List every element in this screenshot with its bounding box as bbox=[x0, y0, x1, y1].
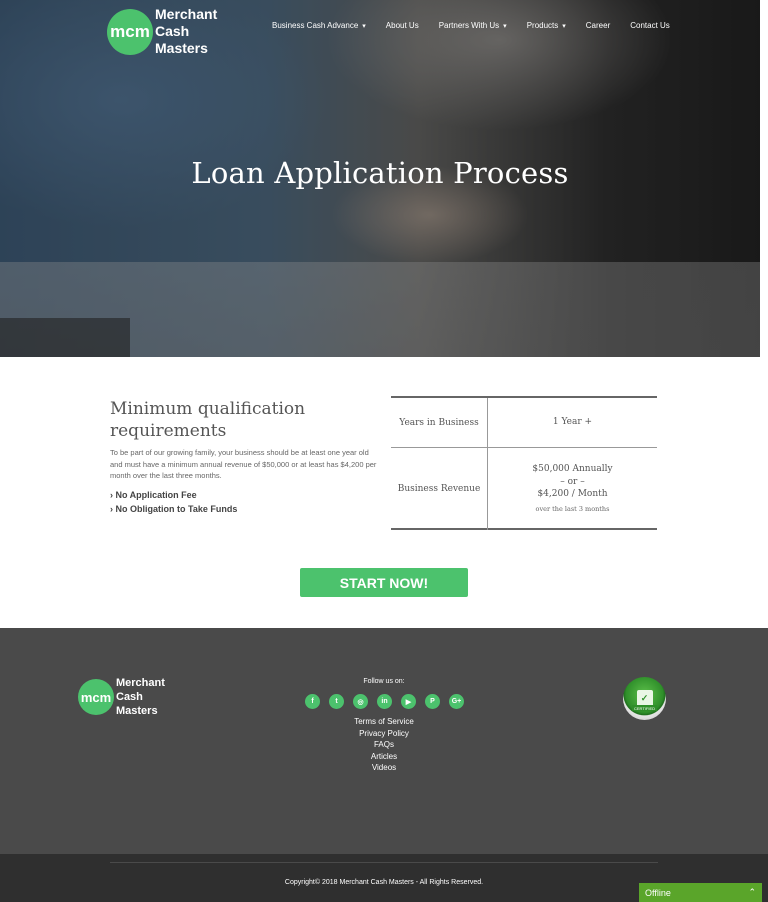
footer-link-videos[interactable]: Videos bbox=[0, 762, 768, 774]
instagram-icon[interactable]: ◎ bbox=[353, 694, 368, 709]
nav-label: Products bbox=[526, 21, 559, 30]
youtube-icon[interactable]: ▶ bbox=[401, 694, 416, 709]
years-value: 1 Year + bbox=[552, 417, 593, 428]
footer-link-articles[interactable]: Articles bbox=[0, 751, 768, 763]
footer-link-faqs[interactable]: FAQs bbox=[0, 739, 768, 751]
start-now-button[interactable]: START NOW! bbox=[300, 568, 468, 597]
nav-label: About Us bbox=[385, 21, 419, 30]
nav-label: Partners With Us bbox=[438, 21, 500, 30]
logo-line: Cash bbox=[155, 23, 190, 39]
hero-banner: mcm Merchant Cash Masters Business Cash … bbox=[0, 0, 760, 357]
divider bbox=[110, 862, 658, 863]
pinterest-icon[interactable]: P bbox=[425, 694, 440, 709]
benefits-list: › No Application Fee › No Obligation to … bbox=[110, 488, 237, 516]
chat-widget[interactable]: Offline ⌃ bbox=[639, 883, 762, 902]
twitter-icon[interactable]: t bbox=[329, 694, 344, 709]
logo-mark: mcm bbox=[107, 8, 153, 55]
chevron-down-icon: ▾ bbox=[503, 22, 507, 30]
nav-item-products[interactable]: Products ▾ bbox=[527, 21, 566, 30]
row-value: 1 Year + bbox=[488, 398, 657, 447]
footer-links: Terms of Service Privacy Policy FAQs Art… bbox=[0, 716, 768, 774]
footer: mcm Merchant Cash Masters Follow us on: … bbox=[0, 628, 768, 854]
google-plus-icon[interactable]: G+ bbox=[449, 694, 464, 709]
footer-link-privacy[interactable]: Privacy Policy bbox=[0, 728, 768, 740]
header-logo[interactable]: mcm Merchant Cash Masters bbox=[107, 6, 217, 57]
linkedin-icon[interactable]: in bbox=[377, 694, 392, 709]
row-header: Years in Business bbox=[391, 398, 488, 447]
logo-wordmark: Merchant Cash Masters bbox=[155, 6, 217, 57]
nav-label: Career bbox=[585, 21, 611, 30]
nav-item-career[interactable]: Career bbox=[586, 21, 610, 30]
facebook-icon[interactable]: f bbox=[305, 694, 320, 709]
section-description: To be part of our growing family, your b… bbox=[110, 448, 377, 480]
benefit-item: › No Application Fee bbox=[110, 490, 197, 500]
badge-label: CERTIFIED bbox=[632, 705, 657, 711]
certified-badge-icon: ✓ CERTIFIED bbox=[623, 677, 666, 720]
revenue-or: – or – bbox=[560, 476, 585, 487]
nav-item-about-us[interactable]: About Us bbox=[386, 21, 419, 30]
row-value: $50,000 Annually – or – $4,200 / Month o… bbox=[488, 448, 657, 530]
requirements-table: Years in Business 1 Year + Business Reve… bbox=[391, 396, 657, 530]
logo-line: Cash bbox=[116, 691, 143, 703]
chevron-down-icon: ▾ bbox=[562, 22, 566, 30]
benefit-item: › No Obligation to Take Funds bbox=[110, 504, 238, 514]
nav-label: Contact Us bbox=[630, 21, 670, 30]
revenue-note: over the last 3 months bbox=[535, 504, 610, 513]
nav-item-business-cash-advance[interactable]: Business Cash Advance ▾ bbox=[272, 21, 366, 30]
section-heading: Minimum qualification requirements bbox=[110, 399, 306, 441]
social-links: f t ◎ in ▶ P G+ bbox=[305, 694, 464, 709]
revenue-monthly: $4,200 / Month bbox=[537, 489, 608, 499]
nav-label: Business Cash Advance bbox=[272, 21, 359, 30]
chevron-down-icon: ▾ bbox=[362, 22, 366, 30]
chat-status: Offline bbox=[645, 887, 671, 898]
logo-line: Merchant bbox=[155, 6, 218, 22]
nav-item-contact-us[interactable]: Contact Us bbox=[630, 21, 670, 30]
logo-line: Masters bbox=[155, 40, 208, 56]
table-row: Business Revenue $50,000 Annually – or –… bbox=[391, 448, 657, 530]
nav-item-partners[interactable]: Partners With Us ▾ bbox=[439, 21, 507, 30]
row-header: Business Revenue bbox=[391, 448, 488, 530]
table-row: Years in Business 1 Year + bbox=[391, 398, 657, 448]
revenue-annual: $50,000 Annually bbox=[532, 464, 613, 474]
chevron-up-icon[interactable]: ⌃ bbox=[748, 887, 756, 898]
main-nav: Business Cash Advance ▾ About Us Partners… bbox=[272, 21, 690, 30]
page-title: Loan Application Process bbox=[191, 156, 569, 190]
